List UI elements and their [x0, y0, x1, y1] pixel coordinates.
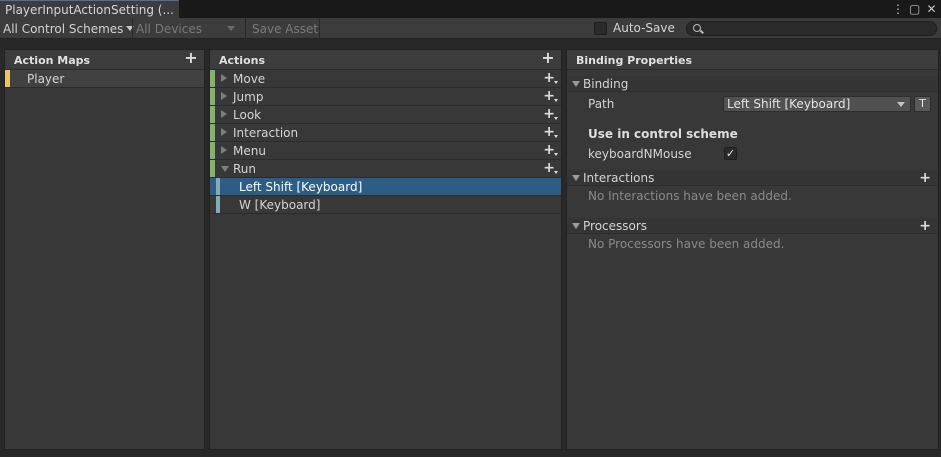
- action-color-stripe: [210, 106, 215, 123]
- processors-empty-row: No Processors have been added.: [567, 234, 938, 254]
- interactions-section-label: Interactions: [583, 171, 655, 185]
- binding-color-stripe: [216, 178, 220, 195]
- window-tab[interactable]: PlayerInputActionSetting (...: [0, 0, 179, 18]
- action-item-jump[interactable]: Jump +: [210, 88, 561, 106]
- auto-save-label: Auto-Save: [613, 21, 675, 35]
- binding-item-left-shift[interactable]: Left Shift [Keyboard]: [210, 178, 561, 196]
- action-map-label: Player: [27, 72, 65, 86]
- action-map-item-player[interactable]: Player: [5, 70, 204, 88]
- binding-properties-header: Binding Properties: [567, 50, 938, 70]
- expand-arrow-icon[interactable]: [221, 92, 227, 100]
- action-label: Move: [233, 72, 266, 86]
- auto-save-checkbox[interactable]: [594, 21, 607, 35]
- processors-section-label: Processors: [583, 219, 648, 233]
- close-icon[interactable]: ✕: [926, 2, 937, 16]
- use-in-scheme-row: Use in control scheme: [567, 124, 938, 144]
- search-icon: [693, 24, 701, 32]
- interactions-empty-text: No Interactions have been added.: [588, 189, 792, 203]
- scheme-checkbox[interactable]: ✓: [724, 147, 737, 160]
- processors-empty-text: No Processors have been added.: [588, 237, 785, 251]
- actions-title: Actions: [219, 54, 265, 67]
- expand-arrow-icon[interactable]: [221, 110, 227, 118]
- toolbar: All Control Schemes All Devices Save Ass…: [0, 18, 941, 39]
- maximize-icon[interactable]: ▢: [909, 2, 920, 16]
- action-color-stripe: [210, 160, 215, 177]
- path-row: Path Left Shift [Keyboard] T: [567, 94, 938, 114]
- action-label: Run: [233, 162, 257, 176]
- add-binding-icon[interactable]: +: [543, 71, 558, 85]
- action-color-stripe: [210, 142, 215, 159]
- action-label: Look: [233, 108, 262, 122]
- action-color-stripe: [210, 124, 215, 141]
- collapse-arrow-icon[interactable]: [572, 81, 580, 87]
- control-scheme-label: All Control Schemes: [3, 21, 124, 36]
- scheme-name: keyboardNMouse: [588, 147, 692, 161]
- window-controls: ⋮ ▢ ✕: [892, 0, 937, 18]
- add-binding-icon[interactable]: +: [543, 89, 558, 103]
- action-maps-panel: Action Maps + Player: [4, 49, 205, 450]
- chevron-down-icon: [227, 26, 235, 31]
- binding-color-stripe: [216, 196, 220, 213]
- action-item-look[interactable]: Look +: [210, 106, 561, 124]
- path-label: Path: [588, 97, 615, 111]
- add-action-icon[interactable]: +: [541, 50, 555, 66]
- search-input[interactable]: [686, 21, 937, 36]
- auto-save-toggle[interactable]: Auto-Save: [594, 21, 675, 35]
- more-vert-icon[interactable]: ⋮: [892, 2, 904, 16]
- action-label: Interaction: [233, 126, 299, 140]
- scheme-row: keyboardNMouse ✓: [567, 144, 938, 164]
- save-asset-button[interactable]: Save Asset: [245, 18, 320, 39]
- map-color-stripe: [5, 70, 10, 87]
- control-scheme-dropdown[interactable]: All Control Schemes: [3, 18, 135, 39]
- text-mode-button[interactable]: T: [914, 96, 931, 112]
- binding-section-label: Binding: [583, 77, 629, 91]
- devices-label: All Devices: [136, 21, 202, 36]
- window-titlebar: PlayerInputActionSetting (... ⋮ ▢ ✕: [0, 0, 941, 18]
- binding-label: Left Shift [Keyboard]: [239, 180, 363, 194]
- action-color-stripe: [210, 88, 215, 105]
- interactions-section-header[interactable]: Interactions +: [567, 170, 938, 186]
- path-value: Left Shift [Keyboard]: [727, 97, 851, 111]
- action-item-menu[interactable]: Menu +: [210, 142, 561, 160]
- add-binding-icon[interactable]: +: [543, 143, 558, 157]
- collapse-arrow-icon[interactable]: [572, 223, 580, 229]
- collapse-arrow-icon[interactable]: [221, 166, 229, 172]
- expand-arrow-icon[interactable]: [221, 146, 227, 154]
- binding-section-header[interactable]: Binding: [567, 76, 938, 92]
- devices-dropdown[interactable]: All Devices: [132, 18, 241, 39]
- expand-arrow-icon[interactable]: [221, 128, 227, 136]
- chevron-down-icon: [897, 102, 905, 107]
- interactions-empty-row: No Interactions have been added.: [567, 186, 938, 206]
- use-in-scheme-label: Use in control scheme: [588, 127, 738, 141]
- add-interaction-icon[interactable]: +: [919, 170, 931, 186]
- expand-arrow-icon[interactable]: [221, 74, 227, 82]
- action-label: Menu: [233, 144, 266, 158]
- collapse-arrow-icon[interactable]: [572, 175, 580, 181]
- add-action-map-icon[interactable]: +: [184, 50, 198, 66]
- action-maps-title: Action Maps: [14, 54, 91, 67]
- add-binding-icon[interactable]: +: [543, 161, 558, 175]
- binding-label: W [Keyboard]: [239, 198, 321, 212]
- binding-properties-title: Binding Properties: [576, 54, 693, 67]
- binding-properties-panel: Binding Properties Binding Path Left Shi…: [566, 49, 939, 450]
- binding-item-w[interactable]: W [Keyboard]: [210, 196, 561, 214]
- path-dropdown[interactable]: Left Shift [Keyboard]: [723, 96, 911, 112]
- actions-panel: Actions + Move + Jump + Look + Interacti…: [209, 49, 562, 450]
- action-color-stripe: [210, 70, 215, 87]
- action-item-interaction[interactable]: Interaction +: [210, 124, 561, 142]
- action-item-move[interactable]: Move +: [210, 70, 561, 88]
- add-binding-icon[interactable]: +: [543, 125, 558, 139]
- action-maps-header: Action Maps +: [5, 50, 204, 70]
- actions-header: Actions +: [210, 50, 561, 70]
- processors-section-header[interactable]: Processors +: [567, 218, 938, 234]
- add-binding-icon[interactable]: +: [543, 107, 558, 121]
- action-item-run[interactable]: Run +: [210, 160, 561, 178]
- action-label: Jump: [233, 90, 264, 104]
- add-processor-icon[interactable]: +: [919, 218, 931, 234]
